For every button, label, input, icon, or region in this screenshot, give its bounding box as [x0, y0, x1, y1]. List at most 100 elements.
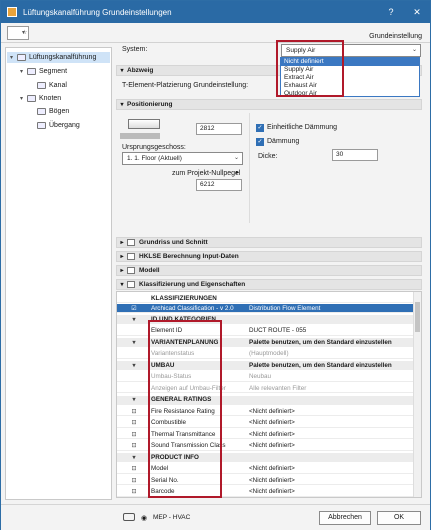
classification-header-label: KLASSIFIZIERUNGEN [151, 294, 217, 302]
classification-value: Distribution Flow Element [249, 304, 321, 312]
section-title: Klassifizierung und Eigenschaften [139, 281, 246, 288]
t-element-label: T-Element-Platzierung Grundeinstellung: [122, 82, 249, 89]
property-icon: ⊡ [131, 420, 137, 427]
divider [249, 113, 250, 223]
collapse-arrow-icon: ▾ [120, 68, 124, 74]
elevation-top-input[interactable]: 2812 [196, 123, 242, 135]
level-line-icon [120, 133, 160, 139]
property-value: (Hauptmodell) [249, 350, 289, 358]
element-icon [17, 54, 26, 61]
property-value: Neubau [249, 373, 272, 381]
section-modell[interactable]: ▸ Modell [116, 265, 422, 276]
property-value: Palette benutzen, um den Standard einzus… [249, 361, 392, 369]
section-title: Modell [139, 267, 160, 274]
settings-tree: ▾ Lüftungskanalführung ▾ Segment Kanal ▾ Knote… [5, 47, 112, 500]
favorites-button[interactable]: ☆ ▾ [7, 26, 29, 40]
uniform-insulation-checkbox[interactable]: ✓ [256, 124, 264, 132]
eye-icon[interactable]: ◉ [141, 514, 147, 522]
tree-item[interactable]: ▾ Lüftungskanalführung [7, 52, 110, 63]
section-title: Abzweig [127, 67, 154, 74]
tree-item[interactable]: Übergang [30, 120, 80, 131]
collapse-arrow-icon: ▾ [120, 102, 124, 108]
property-value: <Nicht definiert> [249, 476, 295, 484]
section-hklse[interactable]: ▸ HKLSE Berechnung Input-Daten [116, 251, 422, 262]
project-zero-label: zum Projekt-Nullpegel [172, 170, 241, 177]
tree-item-label: Segment [39, 68, 68, 75]
scrollbar-thumb[interactable] [415, 302, 420, 332]
twisty-icon[interactable]: ▾ [20, 68, 27, 75]
highlight-box-properties [148, 320, 222, 498]
element-icon [37, 121, 46, 129]
chevron-down-icon: ⌄ [233, 155, 239, 161]
toolbar: ☆ ▾ Grundeinstellung [1, 23, 430, 43]
footer: ◉ MEP - HVAC Abbrechen OK [1, 504, 430, 530]
story-select[interactable]: 1. 1. Floor (Aktuell) ⌄ [122, 152, 243, 165]
thickness-label: Dicke: [258, 153, 278, 160]
twisty-icon[interactable]: ▾ [10, 54, 17, 61]
tree-item-label: Lüftungskanalführung [29, 54, 97, 61]
element-icon [27, 94, 36, 102]
system-label: System: [122, 46, 148, 53]
property-value: Alle relevanten Filter [249, 384, 307, 392]
arrow-right-icon[interactable]: ▸ [236, 169, 239, 176]
property-value: <Nicht definiert> [249, 407, 295, 415]
chevron-down-icon: ⌄ [411, 47, 417, 53]
collapse-arrow-icon: ▾ [120, 282, 124, 288]
tree-item[interactable]: Kanal [30, 80, 67, 91]
classification-system: Archicad Classification - v 2.0 [151, 304, 234, 312]
insulation-checkbox[interactable]: ✓ [256, 138, 264, 146]
property-value: DUCT ROUTE - 055 [249, 327, 307, 335]
tree-item-label: Knoten [39, 94, 62, 102]
expand-arrow-icon: ▸ [120, 254, 124, 260]
tree-item-label: Übergang [49, 121, 80, 129]
tree-item[interactable]: ▾ Knoten [20, 93, 61, 104]
tag-icon [127, 281, 135, 288]
cancel-button[interactable]: Abbrechen [319, 511, 371, 525]
section-title: Grundriss und Schnitt [139, 239, 208, 246]
twisty-icon[interactable]: ▾ [20, 95, 27, 102]
help-button[interactable]: ? [378, 1, 404, 23]
property-icon: ⊡ [131, 443, 137, 450]
calc-icon [127, 253, 135, 260]
property-icon: ⊡ [131, 489, 137, 496]
element-icon [27, 68, 36, 75]
title-bar[interactable]: Lüftungskanalführung Grundeinstellungen … [1, 1, 430, 23]
model-icon [127, 267, 135, 274]
property-icon: ▾ [132, 397, 136, 404]
property-icon: ⊡ [131, 408, 137, 415]
tree-item[interactable]: Bögen [30, 106, 69, 117]
app-icon [7, 7, 17, 17]
settings-label: Grundeinstellung [369, 33, 422, 40]
expand-arrow-icon: ▸ [120, 240, 124, 246]
vertical-scrollbar[interactable] [413, 292, 421, 497]
expand-arrow-icon: ▸ [120, 268, 124, 274]
section-grundriss[interactable]: ▸ Grundriss und Schnitt [116, 237, 422, 248]
tree-item-label: Bögen [49, 108, 70, 115]
story-value: 1. 1. Floor (Aktuell) [127, 155, 182, 162]
section-klassifizierung[interactable]: ▾ Klassifizierung und Eigenschaften [116, 279, 422, 290]
property-icon: ⊡ [131, 477, 137, 484]
property-icon: ▾ [132, 362, 136, 369]
checkbox-icon[interactable]: ☑ [117, 305, 151, 312]
insulation-label: Dämmung [267, 138, 300, 145]
section-title: Positionierung [127, 101, 173, 108]
uniform-insulation-label: Einheitliche Dämmung [267, 124, 338, 131]
elevation-project-input[interactable]: 6212 [196, 179, 242, 191]
classification-row[interactable]: ☑ Archicad Classification - v 2.0 Distri… [117, 304, 421, 314]
window-title: Lüftungskanalführung Grundeinstellungen [23, 7, 172, 17]
section-positionierung[interactable]: ▾ Positionierung [116, 99, 422, 110]
ok-button[interactable]: OK [377, 511, 421, 525]
highlight-box-system [276, 40, 344, 97]
favorites-icon[interactable] [123, 513, 135, 521]
property-icon: ▾ [132, 316, 136, 323]
property-value: <Nicht definiert> [249, 488, 295, 496]
thickness-input[interactable]: 30 [332, 149, 378, 161]
element-icon [37, 108, 46, 115]
property-icon: ⊡ [131, 466, 137, 473]
property-value: <Nicht definiert> [249, 430, 295, 438]
close-button[interactable]: ✕ [404, 1, 430, 23]
mep-label: MEP - HVAC [153, 514, 191, 521]
tree-item[interactable]: ▾ Segment [20, 66, 67, 77]
property-value: <Nicht definiert> [249, 465, 295, 473]
duct-preview-icon [128, 119, 160, 129]
